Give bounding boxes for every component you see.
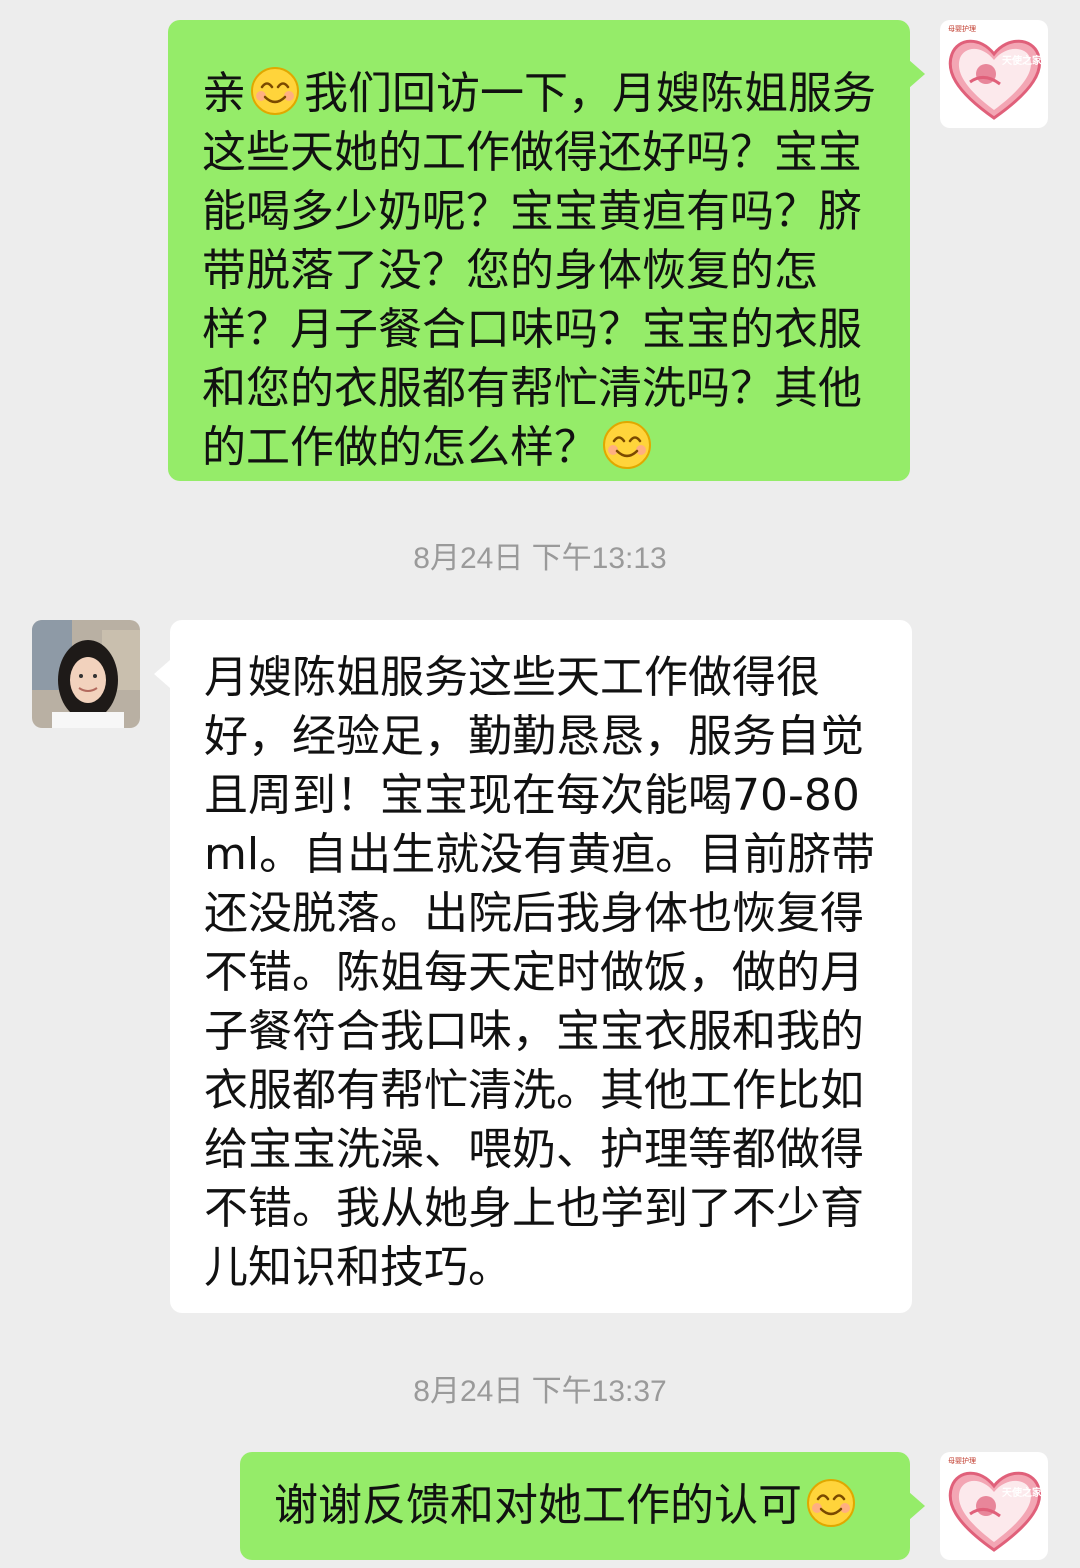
bubble-tail (909, 1492, 925, 1520)
bubble-tail (909, 60, 925, 88)
logo-text: 天使之家 (1002, 1488, 1042, 1499)
message-text: 亲 (202, 68, 246, 119)
heart-logo-icon (948, 39, 1042, 120)
message-text: 谢谢反馈和对她工作的认可 (274, 1480, 802, 1531)
receiver-avatar[interactable] (32, 620, 140, 728)
logo-text: 天使之家 (1002, 56, 1042, 67)
smile-emoji-icon (603, 421, 651, 469)
logo-caption: 母婴护理 (948, 25, 976, 33)
smile-emoji-icon (807, 1479, 855, 1527)
logo-caption: 母婴护理 (948, 1457, 976, 1465)
timestamp: 8月24日 下午13:37 (413, 1375, 667, 1408)
sender-avatar[interactable]: 母婴护理 天使之家 (940, 20, 1048, 128)
profile-photo (32, 620, 140, 728)
smile-emoji-icon (251, 67, 299, 115)
message-text: 我们回访一下，月嫂陈姐服务这些天她的工作做得还好吗？宝宝能喝多少奶呢？宝宝黄疸有… (202, 68, 876, 473)
message-text: 月嫂陈姐服务这些天工作做得很好，经验足，勤勤恳恳，服务自觉且周到！宝宝现在每次能… (204, 652, 876, 1293)
message-bubble-outgoing[interactable]: 谢谢反馈和对她工作的认可 (240, 1452, 910, 1560)
message-bubble-incoming[interactable]: 月嫂陈姐服务这些天工作做得很好，经验足，勤勤恳恳，服务自觉且周到！宝宝现在每次能… (170, 620, 912, 1313)
heart-logo-icon (948, 1471, 1042, 1552)
sender-avatar[interactable]: 母婴护理 天使之家 (940, 1452, 1048, 1560)
timestamp: 8月24日 下午13:13 (413, 542, 667, 575)
bubble-tail (154, 660, 170, 688)
message-bubble-outgoing[interactable]: 亲我们回访一下，月嫂陈姐服务这些天她的工作做得还好吗？宝宝能喝多少奶呢？宝宝黄疸… (168, 20, 910, 481)
